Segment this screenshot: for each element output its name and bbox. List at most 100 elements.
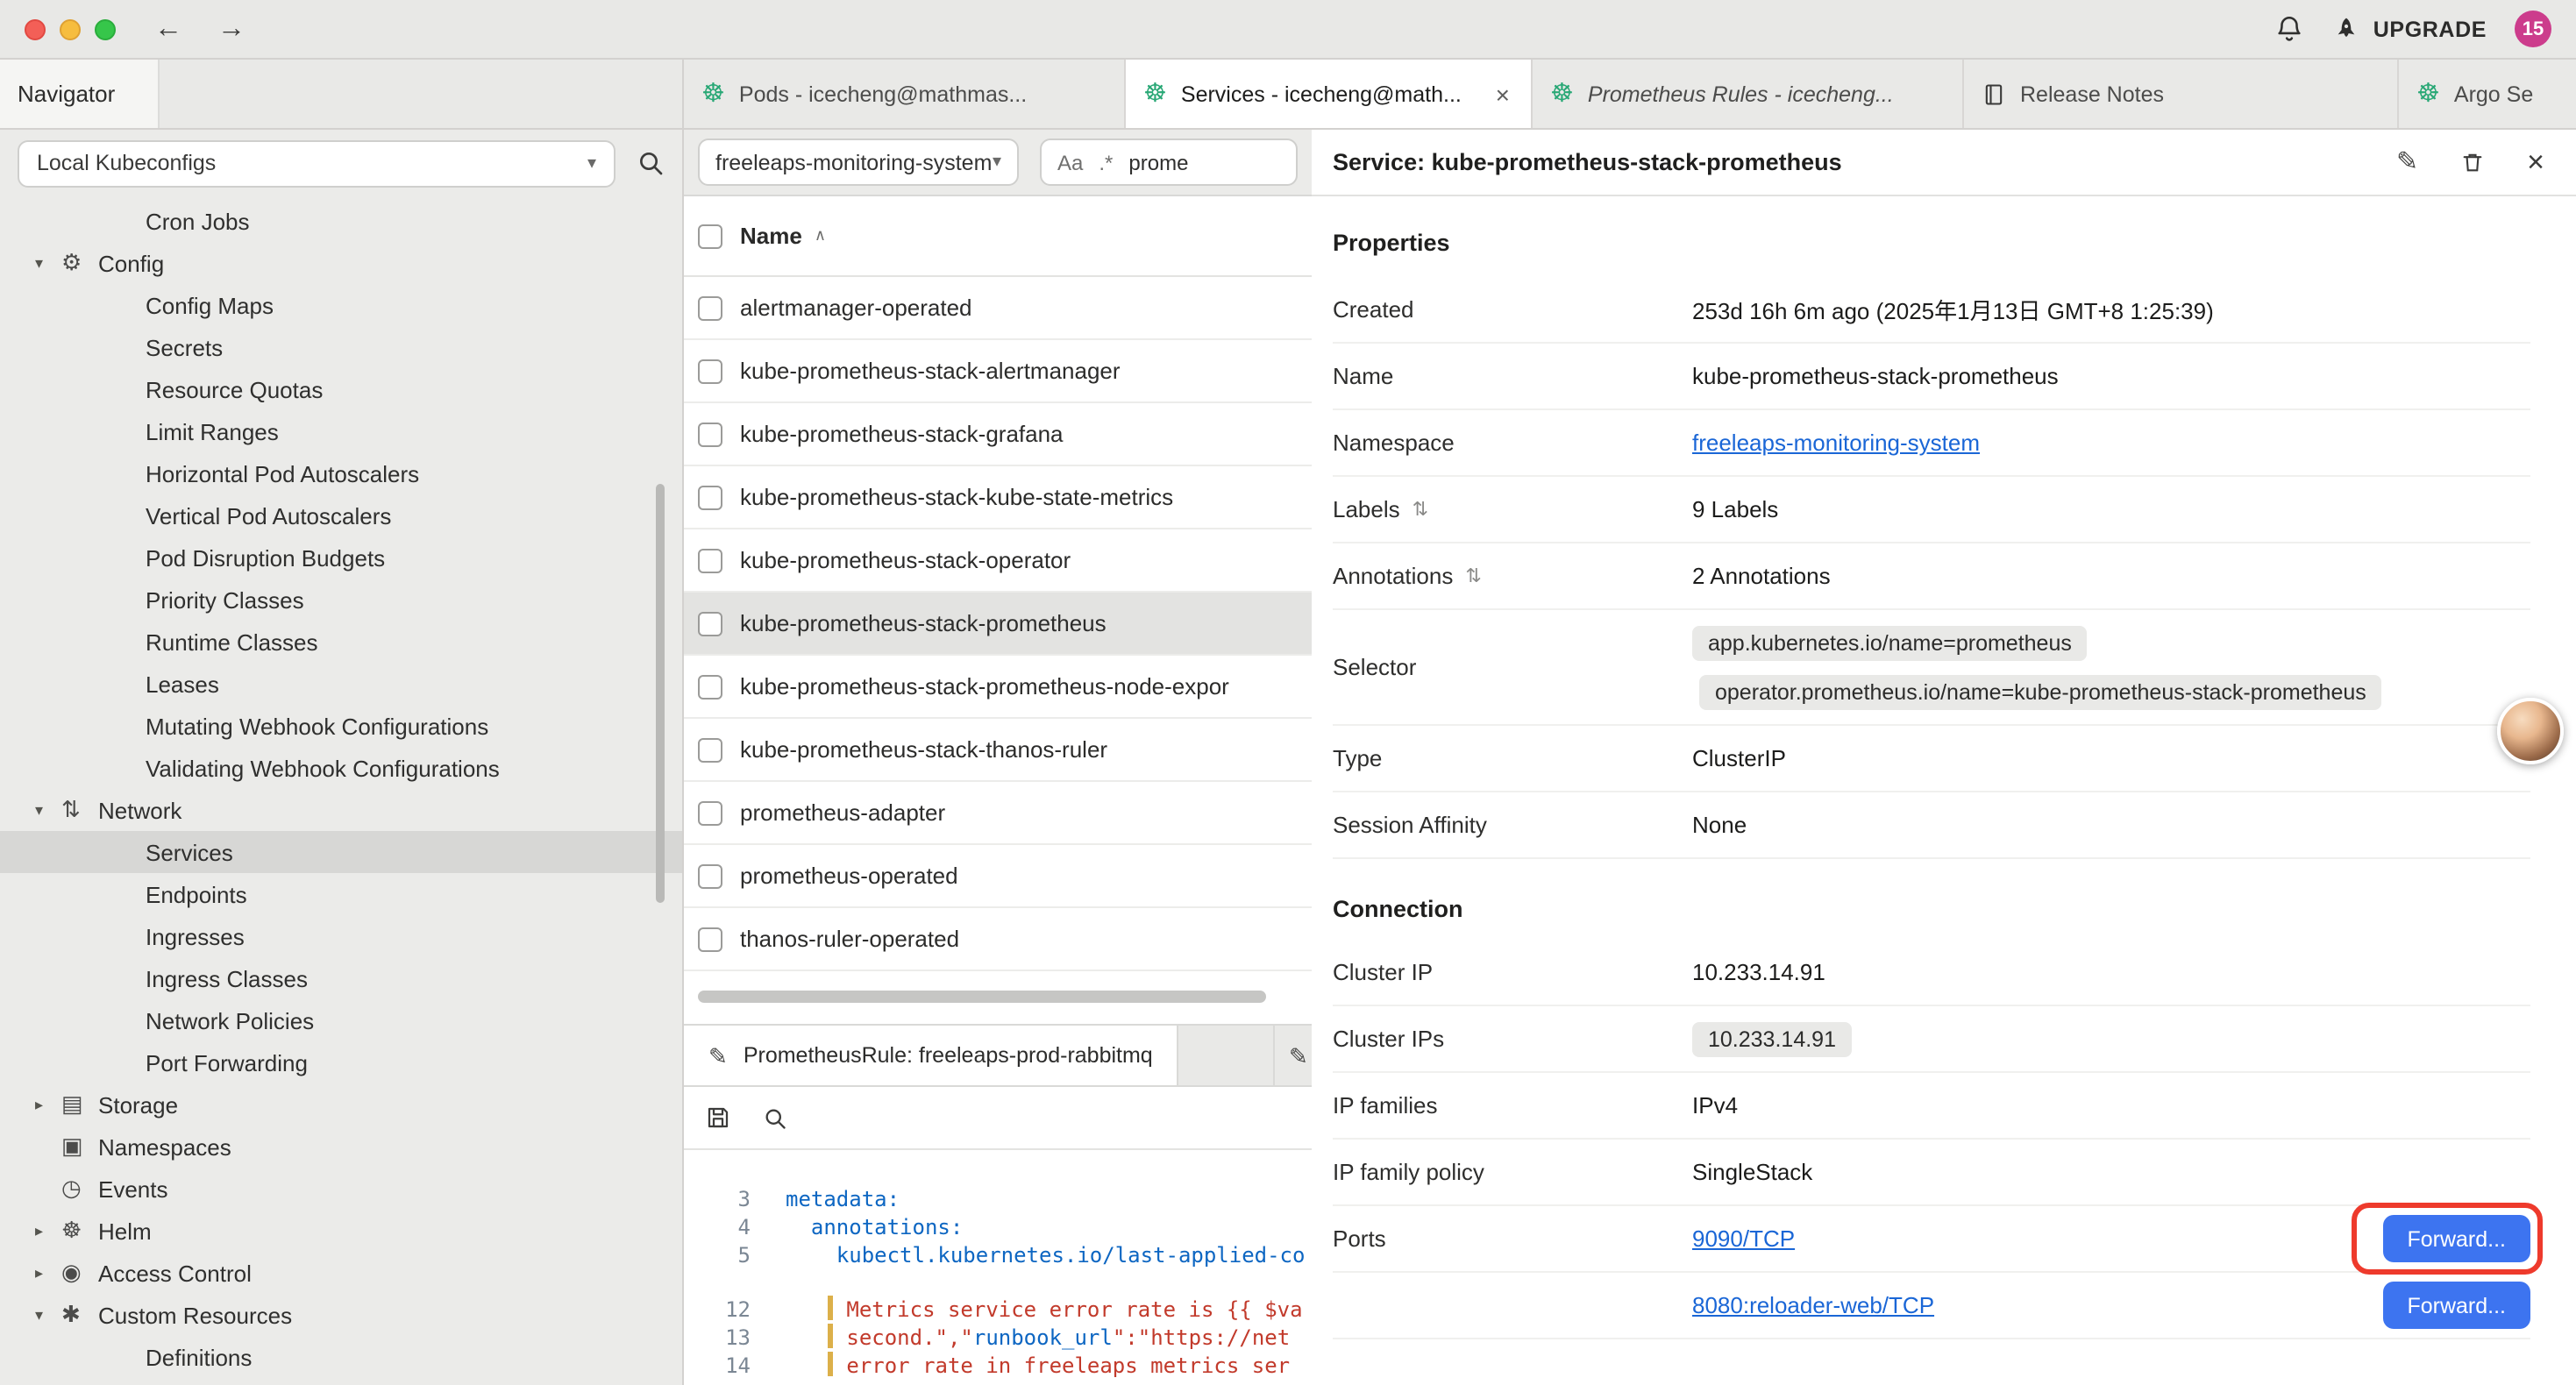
- sidebar-item[interactable]: ◷ Events: [0, 1168, 682, 1210]
- expand-chevron-icon[interactable]: ▸: [35, 1221, 61, 1240]
- yaml-editor[interactable]: 3metadata:4 annotations:5 kubectl.kubern…: [684, 1150, 1312, 1385]
- table-row[interactable]: alertmanager-operated: [684, 277, 1312, 340]
- table-row[interactable]: kube-prometheus-stack-prometheus: [684, 593, 1312, 656]
- table-row[interactable]: kube-prometheus-stack-thanos-ruler: [684, 719, 1312, 782]
- sort-asc-icon[interactable]: ∧: [815, 226, 826, 245]
- delete-resource-icon[interactable]: [2460, 149, 2485, 175]
- sidebar-item[interactable]: Resource Quotas: [0, 368, 682, 410]
- row-checkbox[interactable]: [698, 295, 722, 320]
- expand-chevron-icon[interactable]: ▸: [35, 1095, 61, 1114]
- notification-bell-icon[interactable]: [2275, 14, 2305, 44]
- sidebar-item[interactable]: Config Maps: [0, 284, 682, 326]
- edit-resource-icon[interactable]: ✎: [2396, 149, 2418, 175]
- sidebar-item[interactable]: Pod Disruption Budgets: [0, 536, 682, 579]
- sidebar-item[interactable]: Cron Jobs: [0, 200, 682, 242]
- sidebar-item[interactable]: ▾ ⇅ Network: [0, 789, 682, 831]
- sidebar-item[interactable]: Vertical Pod Autoscalers: [0, 494, 682, 536]
- annotations-value[interactable]: 2 Annotations: [1692, 563, 1831, 589]
- upgrade-button[interactable]: UPGRADE: [2333, 15, 2487, 43]
- tab-close-icon[interactable]: ×: [1492, 80, 1513, 108]
- sidebar-search-icon[interactable]: [637, 149, 665, 177]
- row-checkbox[interactable]: [698, 611, 722, 636]
- sidebar-item[interactable]: Services: [0, 831, 682, 873]
- forward-button[interactable]: →: [217, 15, 246, 43]
- sidebar-item[interactable]: ▣ Namespaces: [0, 1126, 682, 1168]
- row-checkbox[interactable]: [698, 737, 722, 762]
- sidebar-item[interactable]: ▾ ⚙ Config: [0, 242, 682, 284]
- sidebar-item[interactable]: Port Forwarding: [0, 1041, 682, 1083]
- sidebar-item[interactable]: Leases: [0, 663, 682, 705]
- sidebar-item[interactable]: Endpoints: [0, 873, 682, 915]
- expand-chevron-icon[interactable]: ▾: [35, 800, 61, 820]
- sidebar-item[interactable]: Horizontal Pod Autoscalers: [0, 452, 682, 494]
- match-case-toggle[interactable]: Aa: [1057, 150, 1083, 174]
- editor-search-icon[interactable]: [763, 1105, 787, 1130]
- user-avatar[interactable]: [2497, 698, 2564, 764]
- forward-port-button[interactable]: Forward...: [2382, 1215, 2530, 1262]
- sidebar-item[interactable]: Definitions: [0, 1336, 682, 1378]
- table-row[interactable]: kube-prometheus-stack-operator: [684, 529, 1312, 593]
- close-panel-icon[interactable]: ×: [2527, 147, 2544, 177]
- horizontal-scrollbar-thumb[interactable]: [698, 991, 1266, 1003]
- sidebar-item[interactable]: Secrets: [0, 326, 682, 368]
- expand-chevron-icon[interactable]: ▾: [35, 1305, 61, 1325]
- search-input[interactable]: Aa .* prome: [1040, 138, 1298, 186]
- sidebar-item[interactable]: ▸ ☸ Helm: [0, 1210, 682, 1252]
- sidebar-item[interactable]: ▸ ▤ Storage: [0, 1083, 682, 1126]
- sidebar-item[interactable]: Network Policies: [0, 999, 682, 1041]
- table-row[interactable]: kube-prometheus-stack-alertmanager: [684, 340, 1312, 403]
- expand-collapse-icon[interactable]: ⇅: [1413, 498, 1428, 521]
- sidebar-item[interactable]: Limit Ranges: [0, 410, 682, 452]
- editor-tab[interactable]: ☸ Argo Se: [2399, 60, 2576, 128]
- table-row[interactable]: kube-prometheus-stack-grafana: [684, 403, 1312, 466]
- select-all-checkbox[interactable]: [698, 224, 722, 248]
- close-window-button[interactable]: [25, 18, 46, 39]
- namespace-select[interactable]: freeleaps-monitoring-system ▾: [698, 138, 1019, 186]
- namespace-link[interactable]: freeleaps-monitoring-system: [1692, 430, 1980, 456]
- save-icon[interactable]: [705, 1104, 731, 1131]
- sidebar-item[interactable]: Ingresses: [0, 915, 682, 957]
- expand-collapse-icon[interactable]: ⇅: [1465, 565, 1481, 587]
- minimize-window-button[interactable]: [60, 18, 81, 39]
- table-row[interactable]: prometheus-operated: [684, 845, 1312, 908]
- next-editor-tab-stub[interactable]: ✎: [1273, 1026, 1312, 1085]
- row-checkbox[interactable]: [698, 485, 722, 509]
- sidebar-scrollbar-thumb[interactable]: [656, 484, 665, 903]
- editor-tab[interactable]: ☸ Pods - icecheng@mathmas...: [684, 60, 1126, 128]
- sidebar-item[interactable]: Priority Classes: [0, 579, 682, 621]
- port-link[interactable]: 8080:reloader-web/TCP: [1692, 1292, 1934, 1318]
- sidebar-item[interactable]: ▾ ✱ Custom Resources: [0, 1294, 682, 1336]
- port-link[interactable]: 9090/TCP: [1692, 1225, 1795, 1252]
- expand-chevron-icon[interactable]: ▾: [35, 253, 61, 273]
- name-column-header[interactable]: Name: [740, 223, 802, 249]
- editor-tab[interactable]: ☸ Prometheus Rules - icecheng...: [1533, 60, 1964, 128]
- row-checkbox[interactable]: [698, 927, 722, 951]
- notification-badge[interactable]: 15: [2515, 11, 2551, 47]
- row-checkbox[interactable]: [698, 863, 722, 888]
- regex-toggle[interactable]: .*: [1099, 150, 1113, 174]
- editor-tab[interactable]: Release Notes: [1964, 60, 2399, 128]
- expand-chevron-icon[interactable]: ▸: [35, 1263, 61, 1282]
- row-checkbox[interactable]: [698, 800, 722, 825]
- sidebar-item[interactable]: Validating Webhook Configurations: [0, 747, 682, 789]
- kubeconfig-select[interactable]: Local Kubeconfigs ▾: [18, 139, 616, 187]
- sidebar-item[interactable]: Ingress Classes: [0, 957, 682, 999]
- row-checkbox[interactable]: [698, 674, 722, 699]
- zoom-window-button[interactable]: [95, 18, 116, 39]
- table-row[interactable]: kube-prometheus-stack-prometheus-node-ex…: [684, 656, 1312, 719]
- editor-tab[interactable]: ☸ Services - icecheng@math... ×: [1126, 60, 1533, 128]
- table-row[interactable]: kube-prometheus-stack-kube-state-metrics: [684, 466, 1312, 529]
- navigator-tab[interactable]: Navigator: [0, 60, 159, 128]
- row-checkbox[interactable]: [698, 359, 722, 383]
- row-checkbox[interactable]: [698, 422, 722, 446]
- forward-port-button[interactable]: Forward...: [2382, 1282, 2530, 1329]
- sidebar-item[interactable]: Runtime Classes: [0, 621, 682, 663]
- row-checkbox[interactable]: [698, 548, 722, 572]
- sidebar-item[interactable]: Mutating Webhook Configurations: [0, 705, 682, 747]
- prometheusrule-editor-tab[interactable]: ✎ PrometheusRule: freeleaps-prod-rabbitm…: [684, 1026, 1179, 1085]
- back-button[interactable]: ←: [154, 15, 182, 43]
- labels-value[interactable]: 9 Labels: [1692, 496, 1778, 522]
- sidebar-item[interactable]: ▸ ◉ Access Control: [0, 1252, 682, 1294]
- table-row[interactable]: prometheus-adapter: [684, 782, 1312, 845]
- table-row[interactable]: thanos-ruler-operated: [684, 908, 1312, 971]
